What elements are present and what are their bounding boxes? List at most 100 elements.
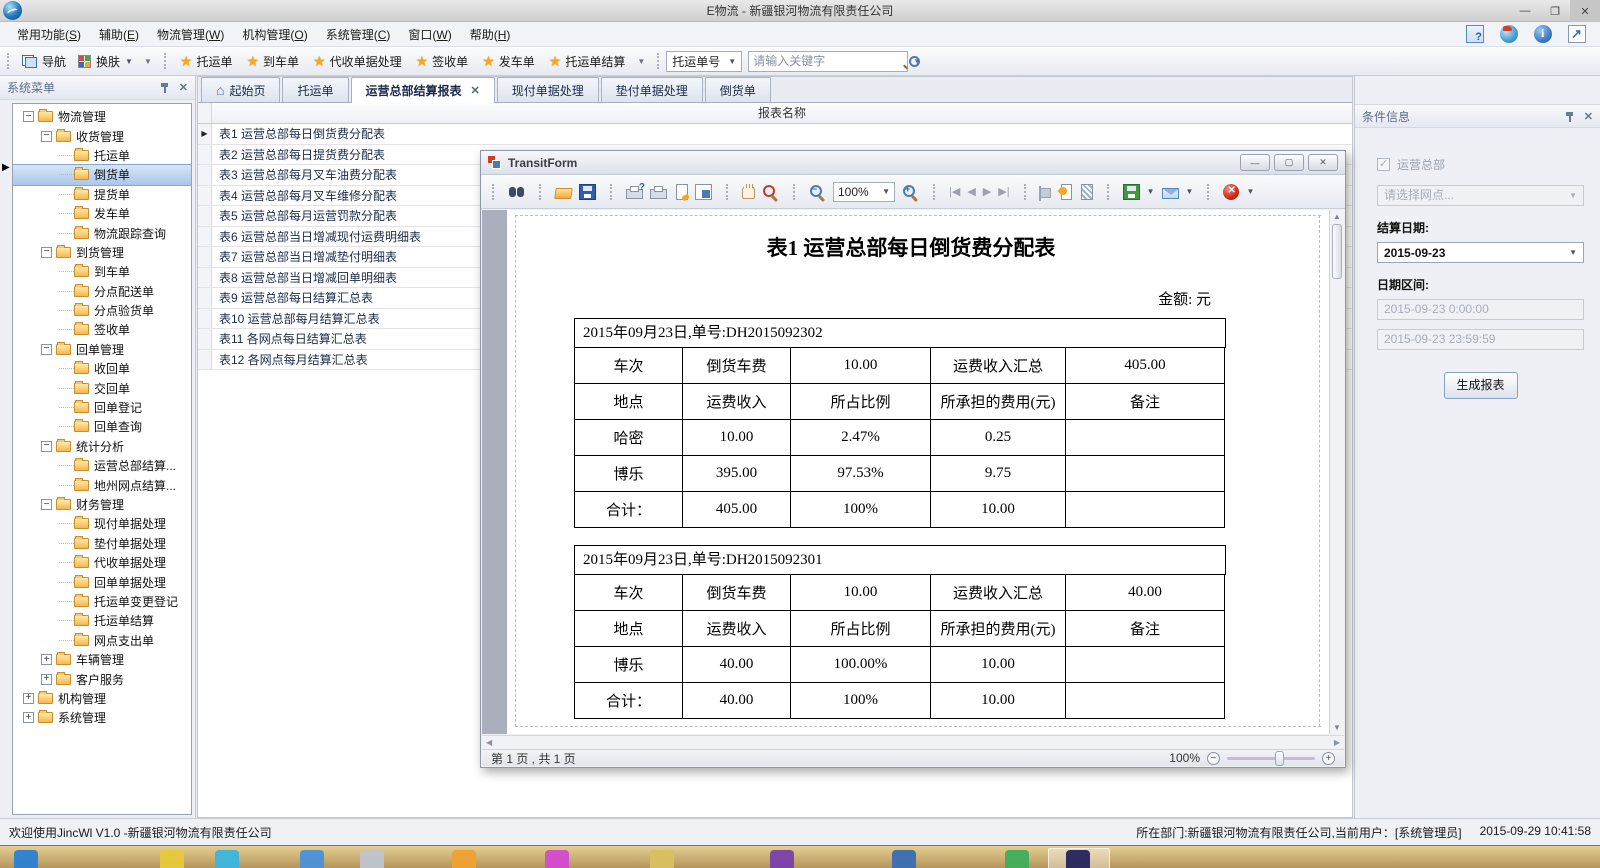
tree-item[interactable]: +车辆管理	[13, 650, 191, 669]
sidebar-close-icon[interactable]: ✕	[179, 81, 188, 94]
close-button[interactable]: ✕	[1570, 0, 1600, 22]
zoom-in-icon[interactable]: +	[902, 184, 919, 200]
tab-1[interactable]: ⌂起始页	[201, 77, 280, 102]
expander-icon[interactable]: −	[23, 111, 34, 122]
report-row[interactable]: ▶表1 运营总部每日倒货费分配表	[198, 124, 1352, 145]
taskbar-app-icon[interactable]	[160, 850, 184, 868]
tab-4[interactable]: 现付单据处理	[497, 77, 599, 102]
scrollbar-thumb[interactable]	[1332, 224, 1342, 279]
favorite-button[interactable]: ★托运单结算	[542, 50, 633, 73]
restore-button[interactable]: ❐	[1540, 0, 1570, 22]
tree-item[interactable]: 地州网点结算...	[13, 475, 191, 494]
tree-item[interactable]: 垫付单据处理	[13, 534, 191, 553]
search-input[interactable]	[753, 54, 908, 68]
export-dropdown-icon[interactable]: ▼	[1147, 187, 1155, 196]
toolbar-grip[interactable]	[492, 184, 494, 200]
tree-item[interactable]: 运营总部结算...	[13, 456, 191, 475]
range-start-input[interactable]: 2015-09-23 0:00:00	[1377, 299, 1584, 320]
tree-item[interactable]: −到货管理	[13, 243, 191, 262]
tree-item[interactable]: −财务管理	[13, 495, 191, 514]
tree-item[interactable]: −回单管理	[13, 340, 191, 359]
menu-item[interactable]: 系统管理(C)	[317, 22, 400, 47]
tree-item[interactable]: 托运单	[13, 146, 191, 165]
form-minimize-button[interactable]: —	[1240, 154, 1270, 171]
taskbar-app-icon[interactable]	[650, 850, 674, 868]
taskbar-app-icon[interactable]	[892, 850, 916, 868]
tree-item[interactable]: +机构管理	[13, 689, 191, 708]
tree-item[interactable]: 回单单据处理	[13, 572, 191, 591]
tree-item[interactable]: 回单登记	[13, 398, 191, 417]
close-preview-icon[interactable]	[1223, 184, 1239, 200]
tree-item[interactable]: −收货管理	[13, 126, 191, 145]
pin-icon[interactable]	[1565, 111, 1574, 122]
taskbar-app-icon[interactable]	[300, 850, 324, 868]
menu-item[interactable]: 帮助(H)	[461, 22, 520, 47]
expander-icon[interactable]: +	[41, 654, 52, 665]
search-category-combo[interactable]: 托运单号 ▼	[666, 51, 742, 72]
network-select[interactable]: 请选择网点... ▼	[1377, 185, 1584, 206]
help-doc-icon[interactable]	[1466, 25, 1484, 43]
tree-item[interactable]: 分点验货单	[13, 301, 191, 320]
scroll-up-icon[interactable]: ▲	[1330, 212, 1344, 221]
pin-icon[interactable]	[160, 82, 169, 93]
form-close-button[interactable]: ✕	[1308, 154, 1338, 171]
menu-item[interactable]: 机构管理(O)	[233, 22, 316, 47]
email-dropdown-icon[interactable]: ▼	[1186, 187, 1194, 196]
scroll-left-icon[interactable]: ◀	[486, 738, 492, 747]
taskbar-app-icon[interactable]	[215, 850, 239, 868]
save-icon[interactable]	[579, 184, 596, 200]
toolbar-overflow-dropdown[interactable]: ▼	[139, 53, 157, 70]
chart-icon[interactable]	[1568, 25, 1586, 43]
menu-item[interactable]: 物流管理(W)	[148, 22, 233, 47]
favorite-button[interactable]: ★到车单	[239, 50, 306, 73]
expander-icon[interactable]: −	[41, 247, 52, 258]
zoom-slider-track[interactable]	[1227, 757, 1315, 760]
next-page-icon[interactable]: ▶	[983, 185, 991, 198]
range-end-input[interactable]: 2015-09-23 23:59:59	[1377, 329, 1584, 350]
zoom-out-icon[interactable]: −	[809, 184, 826, 200]
tab-3[interactable]: 运营总部结算报表✕	[351, 77, 495, 103]
toolbar-grip[interactable]	[164, 53, 166, 69]
expander-icon[interactable]: −	[41, 344, 52, 355]
expander-icon[interactable]: +	[23, 693, 34, 704]
expander-icon[interactable]: +	[41, 674, 52, 685]
tree-item[interactable]: 回单查询	[13, 417, 191, 436]
first-page-icon[interactable]: |◀	[949, 185, 960, 198]
tree-item[interactable]: +客户服务	[13, 669, 191, 688]
tree-item[interactable]: 交回单	[13, 378, 191, 397]
tree-item[interactable]: 分点配送单	[13, 282, 191, 301]
watermark-icon[interactable]	[1061, 184, 1072, 200]
last-page-icon[interactable]: ▶|	[998, 185, 1009, 198]
taskbar-app-icon[interactable]	[545, 850, 569, 868]
scale-icon[interactable]	[695, 184, 712, 200]
hand-tool-icon[interactable]	[742, 186, 755, 199]
favorites-overflow-dropdown[interactable]: ▼	[632, 53, 650, 70]
toolbar-grip[interactable]	[657, 53, 659, 69]
vertical-scrollbar[interactable]: ▲ ▼	[1329, 210, 1344, 734]
expander-icon[interactable]: −	[41, 499, 52, 510]
minimize-button[interactable]: —	[1510, 0, 1540, 22]
edit-page-icon[interactable]	[1081, 184, 1093, 200]
taskbar-app-icon[interactable]	[452, 850, 476, 868]
expander-icon[interactable]: −	[41, 131, 52, 142]
tree-item[interactable]: 倒货单	[13, 165, 191, 184]
menu-item[interactable]: 辅助(E)	[90, 22, 148, 47]
tab-2[interactable]: 托运单	[282, 77, 348, 102]
taskbar-app-icon[interactable]	[770, 850, 794, 868]
globe-icon[interactable]	[1500, 25, 1518, 43]
tree-item[interactable]: 物流跟踪查询	[13, 223, 191, 242]
navigate-button[interactable]: 导航	[16, 50, 72, 73]
tab-5[interactable]: 垫付单据处理	[601, 77, 703, 102]
tree-item[interactable]: 提货单	[13, 185, 191, 204]
find-icon[interactable]	[508, 184, 525, 200]
taskbar-app-icon[interactable]	[1066, 850, 1090, 868]
headquarters-checkbox[interactable]: ✓	[1377, 158, 1390, 171]
zoom-combo[interactable]: 100% ▼	[833, 182, 895, 202]
taskbar-app-icon[interactable]	[360, 850, 384, 868]
tree-item[interactable]: 签收单	[13, 320, 191, 339]
generate-report-button[interactable]: 生成报表	[1444, 372, 1518, 399]
tab-close-icon[interactable]: ✕	[471, 84, 480, 97]
quick-print-icon[interactable]	[650, 189, 667, 199]
scroll-down-icon[interactable]: ▼	[1330, 723, 1344, 732]
tree-item[interactable]: 网点支出单	[13, 631, 191, 650]
